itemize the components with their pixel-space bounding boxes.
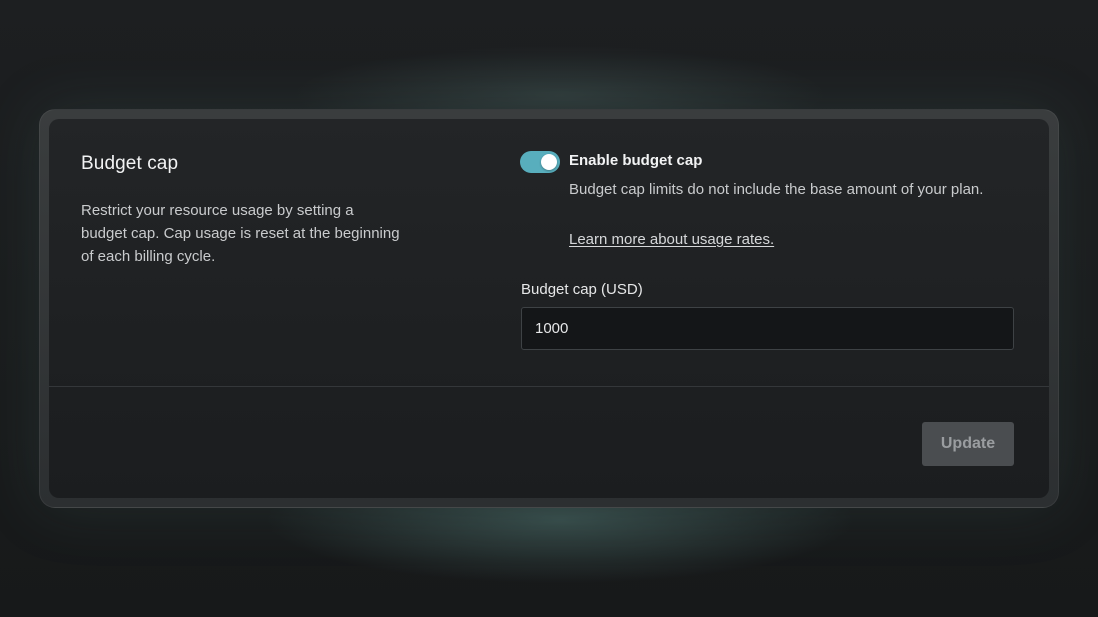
section-title: Budget cap (81, 153, 179, 174)
toggle-knob (541, 154, 557, 170)
toggle-help-text: Budget cap limits do not include the bas… (569, 181, 984, 198)
budget-cap-field-label: Budget cap (USD) (521, 281, 643, 298)
section-description: Restrict your resource usage by setting … (81, 202, 400, 265)
card-body: Budget cap Restrict your resource usage … (49, 119, 1049, 387)
toggle-label: Enable budget cap (569, 152, 703, 169)
learn-more-link[interactable]: Learn more about usage rates. (569, 231, 774, 248)
budget-cap-input[interactable] (521, 307, 1014, 350)
budget-cap-card: Budget cap Restrict your resource usage … (49, 119, 1049, 498)
enable-budget-cap-toggle[interactable] (520, 151, 560, 173)
update-button[interactable]: Update (922, 422, 1014, 466)
